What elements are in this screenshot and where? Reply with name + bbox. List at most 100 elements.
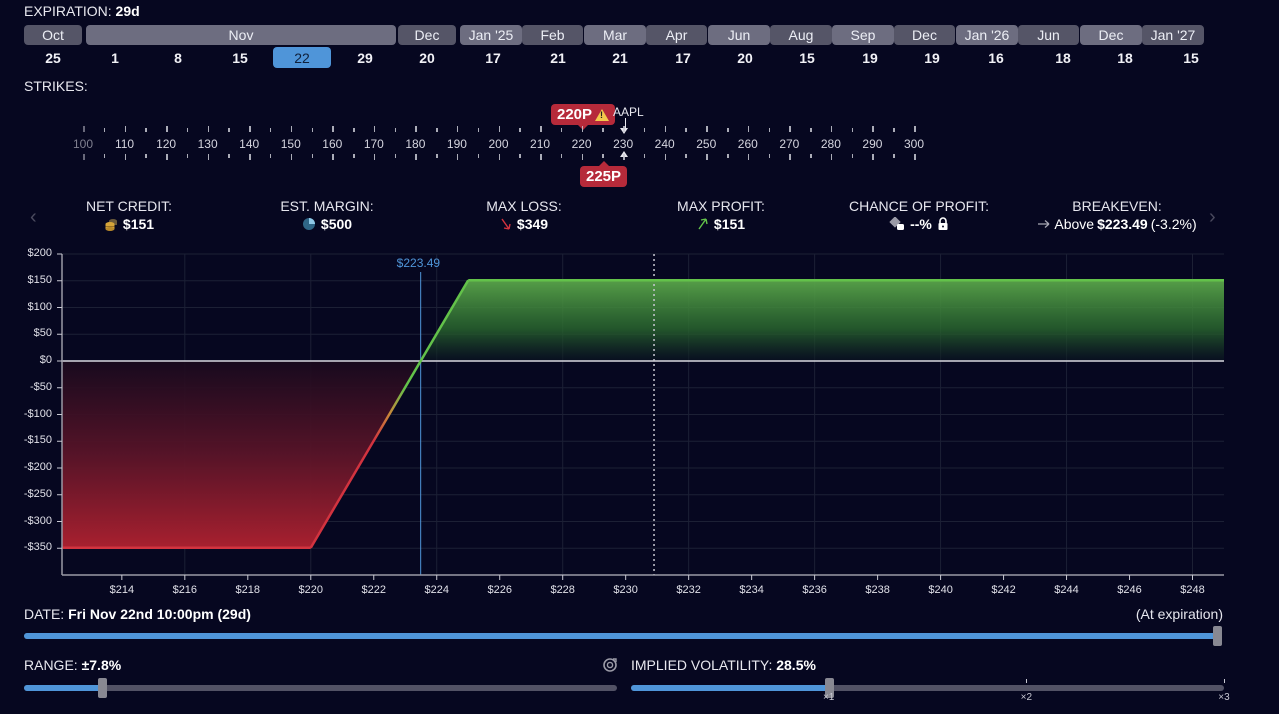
stat-title: NET CREDIT: — [85, 198, 173, 214]
implied-volatility-label: IMPLIED VOLATILITY: 28.5% — [631, 657, 816, 673]
strike-tick — [186, 154, 189, 158]
strike-tick — [332, 126, 334, 132]
range-slider[interactable] — [24, 678, 617, 698]
expiration-day[interactable]: 15 — [778, 47, 836, 68]
strike-tick — [103, 154, 106, 158]
range-slider-thumb[interactable] — [98, 678, 107, 698]
stats-bar: NET CREDIT: $151 EST. MARGIN: $500 MAX L… — [24, 198, 1224, 238]
expiration-day[interactable]: 18 — [1096, 47, 1154, 68]
strike-ruler[interactable]: 220P AAPL 225P 100 110 120 130 140 150 160 170 1… — [0, 96, 1279, 196]
strike-tick — [830, 154, 833, 160]
stat-max-loss: MAX LOSS: $349 — [429, 198, 619, 232]
strike-tick-label: 210 — [530, 137, 551, 151]
strike-tick — [810, 154, 812, 158]
expiration-day[interactable]: 25 — [24, 47, 82, 68]
strike-tick — [311, 154, 314, 158]
expiration-month-6[interactable]: Apr — [646, 25, 707, 45]
expiration-month-12[interactable]: Jun — [1018, 25, 1079, 45]
y-tick-label: -$300 — [23, 514, 52, 527]
expiration-day[interactable]: 20 — [398, 47, 456, 68]
strike-tick — [768, 128, 771, 132]
expiration-month-0[interactable]: Oct — [24, 25, 82, 45]
expiration-day[interactable]: 15 — [1162, 47, 1220, 68]
y-tick-label: $50 — [33, 327, 52, 340]
iv-slider[interactable] — [631, 678, 1224, 698]
lock-icon[interactable] — [937, 217, 949, 231]
date-slider[interactable] — [24, 626, 1222, 646]
strike-leg-225p[interactable]: 225P — [580, 161, 628, 187]
strike-tick — [914, 126, 916, 132]
strike-tick — [207, 154, 210, 160]
strike-tick-label: 180 — [405, 137, 426, 151]
expiration-month-13[interactable]: Dec — [1080, 25, 1142, 45]
strike-tick — [540, 126, 542, 132]
pnl-chart[interactable]: $200 $150 $100 $50 $0 -$50 -$100 -$150 -$200 -$25… — [0, 244, 1279, 604]
strike-tick — [290, 154, 293, 160]
expiration-day[interactable]: 29 — [336, 47, 394, 68]
x-tick-label: $236 — [802, 584, 827, 596]
strike-tick — [207, 126, 210, 132]
strike-tick-label: 200 — [488, 137, 509, 151]
strikes-label: STRIKES: — [24, 78, 88, 94]
expiration-month-11[interactable]: Jan '26 — [956, 25, 1018, 45]
arrow-down-right-icon — [501, 218, 511, 230]
strike-tick — [581, 126, 584, 132]
expiration-day[interactable]: 15 — [211, 47, 269, 68]
strike-tick — [166, 154, 168, 160]
expiration-day[interactable]: 16 — [967, 47, 1025, 68]
strike-tick — [394, 154, 397, 158]
strike-tick — [602, 154, 604, 158]
y-tick-label: -$100 — [23, 407, 52, 420]
date-slider-thumb[interactable] — [1213, 626, 1222, 646]
x-tick-label: $230 — [613, 584, 638, 596]
expiration-month-1[interactable]: Nov — [86, 25, 396, 45]
strike-tick — [643, 154, 646, 158]
strike-tick — [477, 154, 480, 158]
reset-volatility-icon[interactable] — [602, 657, 618, 673]
expiration-day[interactable]: 21 — [529, 47, 587, 68]
iv-multiplier-label: ×1 — [822, 692, 835, 703]
stat-est-margin: EST. MARGIN: $500 — [232, 198, 422, 232]
strike-leg-220p[interactable]: 220P — [551, 104, 616, 130]
expiration-month-7[interactable]: Jun — [708, 25, 770, 45]
expiration-day[interactable]: 18 — [1034, 47, 1092, 68]
strike-tick — [830, 126, 833, 132]
pnl-chart-svg[interactable] — [0, 244, 1279, 604]
range-label-text: RANGE: — [24, 657, 78, 673]
expiration-month-2[interactable]: Dec — [398, 25, 456, 45]
y-tick-label: $0 — [39, 354, 52, 366]
expiration-month-10[interactable]: Dec — [894, 25, 955, 45]
strike-tick — [519, 154, 521, 158]
iv-slider-fill — [631, 685, 829, 691]
expiration-day[interactable]: 19 — [903, 47, 961, 68]
expiration-day[interactable]: 17 — [464, 47, 522, 68]
expiration-month-14[interactable]: Jan '27 — [1142, 25, 1204, 45]
x-tick-label: $248 — [1180, 584, 1205, 596]
expiration-month-8[interactable]: Aug — [770, 25, 832, 45]
strike-tick-label: 280 — [820, 137, 841, 151]
strike-tick — [436, 154, 438, 158]
expiration-month-bar: Oct Nov Dec Jan '25 Feb Mar Apr Jun Aug Sep Dec Jan… — [24, 25, 1224, 45]
stat-breakeven: BREAKEVEN: Above $223.49 (-3.2%) — [1022, 198, 1212, 232]
iv-multiplier-label: ×2 — [1020, 692, 1033, 703]
expiration-month-9[interactable]: Sep — [832, 25, 894, 45]
strike-tick — [643, 128, 646, 132]
expiration-day[interactable]: 1 — [86, 47, 144, 68]
expiration-day[interactable]: 19 — [841, 47, 899, 68]
expiration-day[interactable]: 8 — [149, 47, 207, 68]
expiration-day[interactable]: 20 — [716, 47, 774, 68]
strike-tick — [498, 154, 500, 160]
expiration-month-4[interactable]: Feb — [522, 25, 583, 45]
expiration-day[interactable]: 21 — [591, 47, 649, 68]
expiration-month-3[interactable]: Jan '25 — [460, 25, 522, 45]
strike-tick — [560, 128, 563, 132]
expiration-month-5[interactable]: Mar — [584, 25, 646, 45]
expiration-day-selected[interactable]: 22 — [273, 47, 331, 68]
range-slider-fill — [24, 685, 102, 691]
strike-tick-label: 120 — [156, 137, 177, 151]
expiration-day-bar: 25 1 8 15 22 29 20 17 21 21 17 20 15 19 19 16 18 18 15 — [24, 47, 1224, 69]
expiration-day[interactable]: 17 — [654, 47, 712, 68]
strike-tick-label: 270 — [779, 137, 800, 151]
y-tick-label: $150 — [27, 273, 52, 286]
strike-tick — [124, 154, 127, 160]
